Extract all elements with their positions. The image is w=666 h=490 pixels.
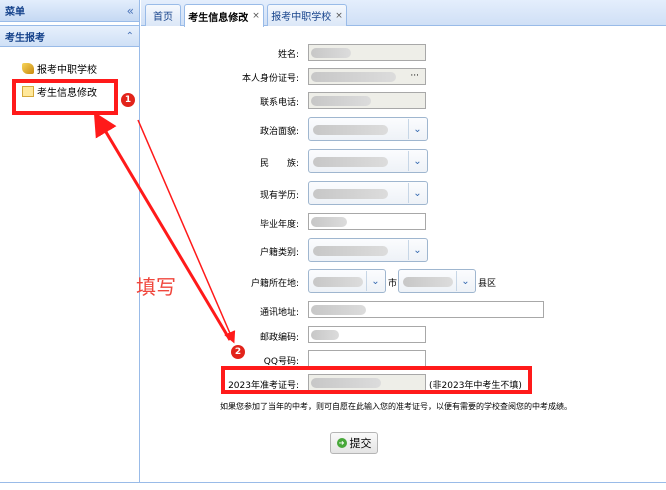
close-icon[interactable]: × [252,11,260,21]
sidebar-header: 菜单 « [0,0,139,22]
arrow-right-icon: ➜ [336,438,347,448]
close-icon[interactable]: × [335,11,343,21]
district-select[interactable]: ⌄ [398,269,476,293]
ethnicity-select[interactable]: ⌄ [308,149,428,173]
hukou-type-label: 户籍类别: [259,248,299,258]
annotation-badge-1: 1 [121,93,135,107]
id-label: 本人身份证号: [241,74,299,84]
address-field[interactable] [308,301,544,318]
phone-field[interactable] [308,92,426,109]
annotation-badge-2: 2 [231,345,245,359]
chevron-down-icon: ⌄ [408,151,426,171]
name-field[interactable] [308,44,426,61]
tab-label: 报考中职学校 [271,12,332,23]
postcode-field[interactable] [308,326,426,343]
chevron-down-icon: ⌄ [408,183,426,203]
education-select[interactable]: ⌄ [308,181,428,205]
address-label: 通讯地址: [259,308,299,318]
double-chevron-left-icon[interactable]: « [127,4,134,18]
district-suffix: 县区 [478,279,497,289]
annotation-fill-text: 填写 [136,275,176,299]
chevron-down-icon: ⌄ [456,271,474,291]
education-label: 现有学历: [259,191,299,201]
submit-label: 提交 [349,437,372,450]
tab-label: 考生信息修改 [188,12,249,24]
name-label: 姓名: [277,50,299,60]
tab-home[interactable]: 首页 [145,4,181,26]
political-label: 政治面貌: [259,127,299,137]
annotation-box-exam-number [221,366,532,394]
political-select[interactable]: ⌄ [308,117,428,141]
tab-apply-school[interactable]: 报考中职学校 × [267,4,347,26]
id-visible-tail: ··· [410,71,419,81]
sidebar-section-header[interactable]: 考生报考 ⌃ [0,25,139,47]
qq-field[interactable] [308,350,426,367]
tab-label: 首页 [153,12,173,23]
annotation-box-sidebar [12,79,118,115]
bottom-border [0,482,666,483]
postcode-label: 邮政编码: [259,333,299,343]
ethnicity-label: 民 族: [259,159,299,169]
tab-edit-info[interactable]: 考生信息修改 × [184,4,264,27]
id-number-field[interactable]: ··· [308,68,426,85]
city-suffix: 市 [388,279,398,289]
grad-year-label: 毕业年度: [259,220,299,230]
sidebar-item-apply-school[interactable]: 报考中职学校 [22,61,97,76]
chevron-down-icon: ⌄ [408,119,426,139]
sidebar-item-label: 报考中职学校 [37,65,97,76]
chevron-down-icon: ⌄ [366,271,384,291]
bell-icon [22,63,34,74]
hukou-type-select[interactable]: ⌄ [308,238,428,262]
tab-bar: 首页 考生信息修改 × 报考中职学校 × [141,0,666,27]
phone-label: 联系电话: [259,98,299,108]
chevron-down-icon: ⌄ [408,240,426,260]
grad-year-field[interactable] [308,213,426,230]
submit-button[interactable]: ➜ 提交 [330,432,378,454]
city-select[interactable]: ⌄ [308,269,386,293]
double-chevron-up-icon[interactable]: ⌃ [126,31,134,42]
sidebar-title: 菜单 [5,7,25,18]
sidebar-section-title: 考生报考 [5,32,45,44]
exam-number-note: 如果您参加了当年的中考，则可自愿在此输入您的准考证号，以便有需要的学校查阅您的中… [220,402,572,411]
